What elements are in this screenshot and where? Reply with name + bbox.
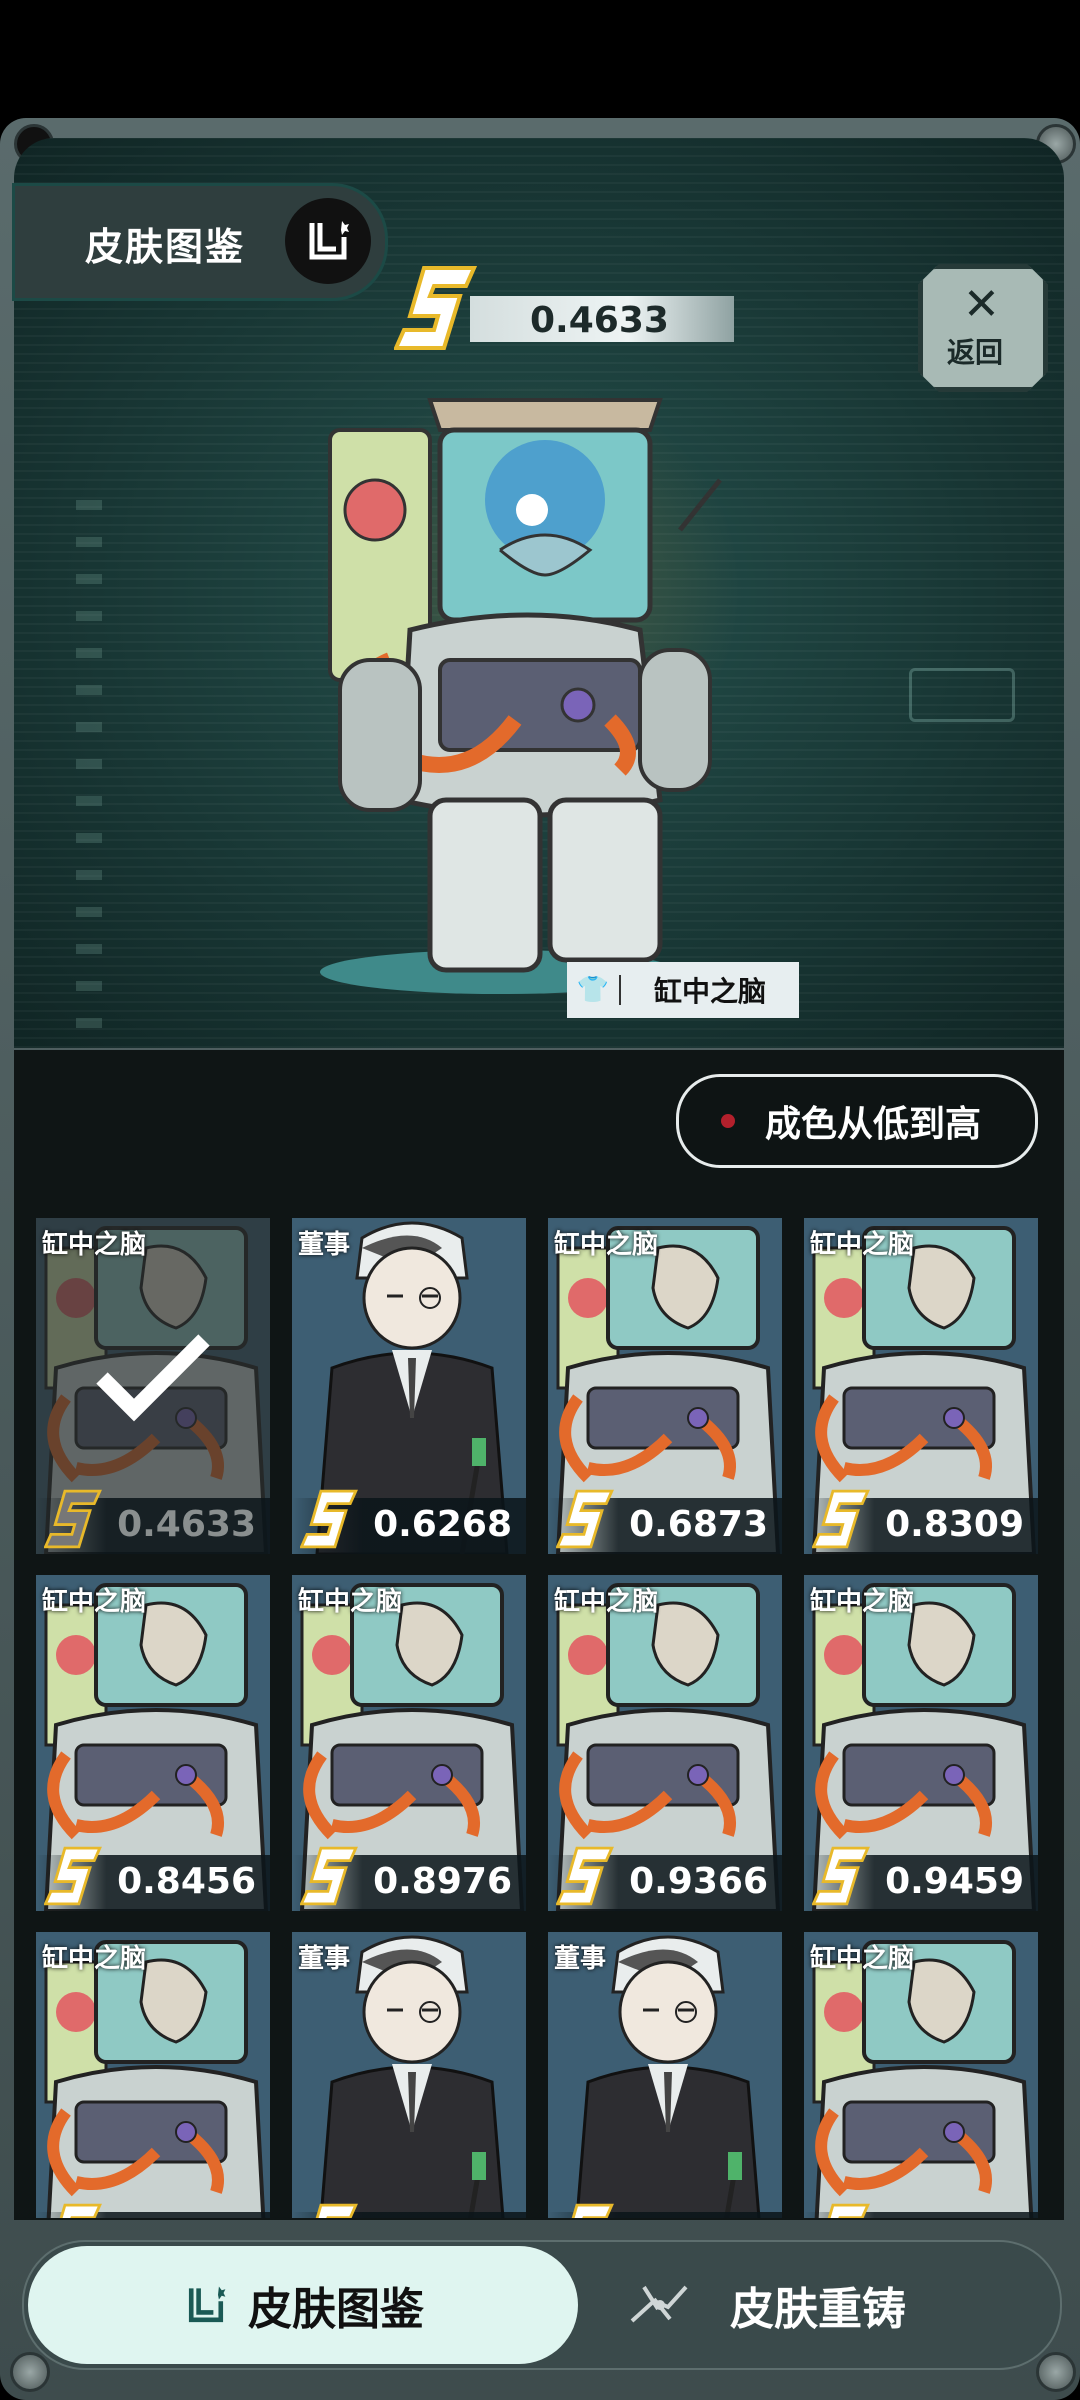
corner-screw-icon	[10, 2352, 50, 2392]
currency-s-icon	[812, 1846, 870, 1906]
currency-s-icon	[556, 1489, 614, 1549]
skin-card[interactable]: 缸中之脑	[36, 1932, 270, 2218]
skin-card-name: 董事	[298, 1944, 351, 1974]
skin-card[interactable]: 缸中之脑 0.8976	[292, 1575, 526, 1911]
skin-card[interactable]: 缸中之脑 0.8456	[36, 1575, 270, 1911]
skin-card-name: 缸中之脑	[554, 1230, 659, 1260]
skin-card[interactable]: 缸中之脑 0.9459	[804, 1575, 1038, 1911]
skin-card-value-bar: 0.8976	[292, 1846, 526, 1911]
skin-card-name: 缸中之脑	[42, 1587, 147, 1617]
collection-icon[interactable]	[285, 198, 371, 284]
tab-skin-recast[interactable]: 皮肤重铸	[624, 2246, 1044, 2364]
recast-icon	[630, 2285, 688, 2323]
skin-card-value-bar: 0.6268	[292, 1489, 526, 1554]
skin-card-value: 0.8309	[885, 1504, 1024, 1545]
currency-s-icon	[812, 1489, 870, 1549]
currency-s-icon	[59, 2203, 102, 2218]
skin-card-value: 0.9459	[885, 1861, 1024, 1902]
skin-card-name: 缸中之脑	[554, 1587, 659, 1617]
skin-card-value-bar: 0.6873	[548, 1489, 782, 1554]
skin-card[interactable]: 董事	[548, 1932, 782, 2218]
collection-icon	[188, 2286, 226, 2323]
skin-card-name: 缸中之脑	[42, 1944, 147, 1974]
title-pill: 皮肤图鉴	[12, 183, 388, 301]
checkmark-icon	[96, 1334, 210, 1422]
page-title: 皮肤图鉴	[85, 225, 246, 269]
currency-s-icon	[827, 2203, 870, 2218]
skin-card-value-bar: 0.9366	[548, 1846, 782, 1911]
skin-card-value: 0.6268	[373, 1504, 512, 1545]
decorative-scale	[76, 500, 106, 1048]
back-button[interactable]: ✕ 返回	[918, 264, 1048, 392]
skin-card[interactable]: 董事 0.6268	[292, 1218, 526, 1554]
sort-button[interactable]: 成色从低到高	[676, 1074, 1038, 1168]
bottom-tab-bar: 皮肤图鉴 皮肤重铸	[22, 2240, 1062, 2370]
currency-s-icon	[300, 1846, 358, 1906]
skin-card[interactable]: 缸中之脑 0.8309	[804, 1218, 1038, 1554]
currency-s-icon	[44, 1846, 102, 1906]
score-bar: 0.4633	[470, 296, 734, 342]
skin-card-value-bar	[292, 2203, 526, 2218]
skin-card-name: 缸中之脑	[810, 1230, 915, 1260]
skin-card-name: 缸中之脑	[810, 1944, 915, 1974]
currency-s-icon	[44, 1489, 102, 1549]
sort-indicator-dot	[721, 1114, 735, 1128]
skin-card-value-bar: 0.8456	[36, 1846, 270, 1911]
skin-card[interactable]: 董事	[292, 1932, 526, 2218]
skin-card-value: 0.8456	[117, 1861, 256, 1902]
skin-card-value: 0.4633	[117, 1504, 256, 1545]
currency-s-icon	[571, 2203, 614, 2218]
currency-s-icon	[315, 2203, 358, 2218]
skin-card-name: 缸中之脑	[42, 1230, 147, 1260]
skin-card[interactable]: 缸中之脑 0.9366	[548, 1575, 782, 1911]
skin-preview-character	[320, 380, 740, 994]
skin-name: 缸中之脑	[653, 975, 766, 1008]
skin-card-value: 0.8976	[373, 1861, 512, 1902]
skin-card[interactable]: 缸中之脑	[804, 1932, 1038, 2218]
shirt-icon: 👕	[567, 975, 621, 1005]
skin-card-value-bar	[548, 2203, 782, 2218]
skin-card-value-bar: 0.9459	[804, 1846, 1038, 1911]
skin-card-name: 缸中之脑	[298, 1587, 403, 1617]
decorative-frame	[909, 668, 1015, 722]
skin-card-name: 缸中之脑	[810, 1587, 915, 1617]
currency-s-icon	[394, 266, 478, 350]
currency-s-icon	[300, 1489, 358, 1549]
skin-card-value-bar: 0.8309	[804, 1489, 1038, 1554]
score-value: 0.4633	[530, 300, 669, 341]
skin-card-value: 0.9366	[629, 1861, 768, 1902]
tab-skin-collection-label: 皮肤图鉴	[248, 2284, 424, 2335]
skin-card-value-bar: 0.4633	[36, 1489, 270, 1554]
sort-label: 成色从低到高	[765, 1104, 982, 1145]
skin-card-value-bar	[36, 2203, 270, 2218]
tab-skin-collection[interactable]: 皮肤图鉴	[28, 2246, 578, 2364]
back-button-label: 返回	[947, 336, 1004, 369]
skin-card-value: 0.6873	[629, 1504, 768, 1545]
skin-name-tag: 👕 缸中之脑	[567, 962, 799, 1018]
skin-card-name: 董事	[554, 1944, 607, 1974]
skin-card-name: 董事	[298, 1230, 351, 1260]
currency-s-icon	[556, 1846, 614, 1906]
skin-card-value-bar	[804, 2203, 1038, 2218]
skin-card[interactable]: 缸中之脑 0.6873	[548, 1218, 782, 1554]
skin-grid: 缸中之脑 0.4633 董事 0.6268 缸中之脑 0.6873 缸中之脑 0.830…	[36, 1218, 1046, 2218]
close-icon: ✕	[963, 279, 1000, 330]
tab-skin-recast-label: 皮肤重铸	[730, 2284, 906, 2335]
skin-card[interactable]: 缸中之脑 0.4633	[36, 1218, 270, 1554]
